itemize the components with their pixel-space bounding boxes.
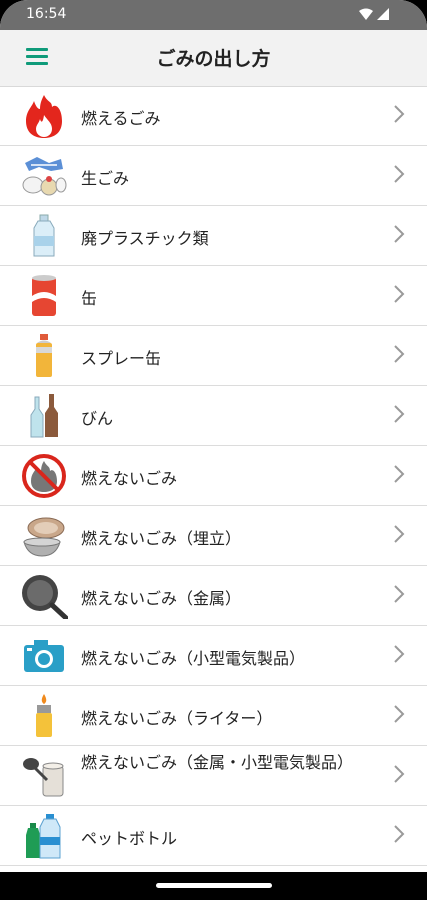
list-item-label: 燃えないごみ（金属） xyxy=(81,589,242,608)
list-item-label: 缶 xyxy=(81,289,98,308)
lighter-icon xyxy=(20,693,68,739)
wifi-icon xyxy=(359,8,373,20)
list-item-moenai-gomi-lighter[interactable]: 燃えないごみ（ライター） xyxy=(0,686,427,746)
app-bar: ごみの出し方 xyxy=(0,30,427,87)
page-title: ごみの出し方 xyxy=(156,48,271,70)
glass-bottle-icon xyxy=(20,393,68,439)
food-waste-icon xyxy=(20,153,68,199)
list-item-nama-gomi[interactable]: 生ごみ xyxy=(0,146,427,206)
chevron-right-icon xyxy=(394,285,405,303)
app-screen: 16:54 ごみの出し方 燃えるごみ 生ごみ 廃プラスチック類 缶 スプレー缶 … xyxy=(0,0,427,900)
chevron-right-icon xyxy=(394,765,405,783)
chevron-right-icon xyxy=(394,825,405,843)
pottery-icon xyxy=(20,513,68,559)
frying-pan-icon xyxy=(20,573,68,619)
chevron-right-icon xyxy=(394,225,405,243)
list-item-label: 廃プラスチック類 xyxy=(81,229,209,248)
list-item-label: 燃えないごみ（小型電気製品） xyxy=(81,649,306,668)
plastic-bottle-icon xyxy=(20,213,68,259)
list-item-label: ペットボトル xyxy=(81,829,178,848)
list-item-hai-plastic[interactable]: 廃プラスチック類 xyxy=(0,206,427,266)
list-item-moenai-gomi-umetate[interactable]: 燃えないごみ（埋立） xyxy=(0,506,427,566)
home-gesture-handle[interactable] xyxy=(156,883,272,888)
chevron-right-icon xyxy=(394,405,405,423)
list-item-label: 燃えないごみ（金属・小型電気製品） xyxy=(81,753,354,772)
list-item-spray-can[interactable]: スプレー缶 xyxy=(0,326,427,386)
chevron-right-icon xyxy=(394,345,405,363)
list-item-label: 燃えるごみ xyxy=(81,109,161,128)
list-item-moenai-gomi-kinzoku-kogata-denki[interactable]: 燃えないごみ（金属・小型電気製品） xyxy=(0,746,427,806)
list-item-pet-bottle[interactable]: ペットボトル xyxy=(0,806,427,866)
signal-icon xyxy=(377,8,389,20)
chevron-right-icon xyxy=(394,645,405,663)
camera-icon xyxy=(20,633,68,679)
gesture-navigation-bar xyxy=(0,872,427,900)
chevron-right-icon xyxy=(394,525,405,543)
status-bar: 16:54 xyxy=(0,0,427,30)
pet-bottle-icon xyxy=(20,813,68,859)
status-icons xyxy=(359,8,389,20)
list-item-label: 燃えないごみ（埋立） xyxy=(81,529,242,548)
chevron-right-icon xyxy=(394,585,405,603)
list-item-kan[interactable]: 缶 xyxy=(0,266,427,326)
list-item-moeru-gomi[interactable]: 燃えるごみ xyxy=(0,86,427,146)
chevron-right-icon xyxy=(394,165,405,183)
spray-can-icon xyxy=(20,333,68,379)
no-fire-icon xyxy=(20,453,68,499)
list-item-label: 燃えないごみ（ライター） xyxy=(81,709,273,728)
list-item-label: 燃えないごみ xyxy=(81,469,178,488)
list-item-label: スプレー缶 xyxy=(81,349,162,368)
list-item-label: 生ごみ xyxy=(81,169,130,188)
list-item-moenai-gomi-kinzoku[interactable]: 燃えないごみ（金属） xyxy=(0,566,427,626)
list-item-label: びん xyxy=(81,409,114,428)
list-item-moenai-gomi[interactable]: 燃えないごみ xyxy=(0,446,427,506)
list-item-moenai-gomi-kogata-denki[interactable]: 燃えないごみ（小型電気製品） xyxy=(0,626,427,686)
fire-icon xyxy=(20,93,68,139)
category-list: 燃えるごみ 生ごみ 廃プラスチック類 缶 スプレー缶 びん 燃えないごみ 燃えな… xyxy=(0,86,427,866)
chevron-right-icon xyxy=(394,105,405,123)
chevron-right-icon xyxy=(394,465,405,483)
chevron-right-icon xyxy=(394,705,405,723)
list-item-bin[interactable]: びん xyxy=(0,386,427,446)
status-time: 16:54 xyxy=(26,6,67,22)
small-metal-appliance-icon xyxy=(20,753,68,799)
can-icon xyxy=(20,273,68,319)
